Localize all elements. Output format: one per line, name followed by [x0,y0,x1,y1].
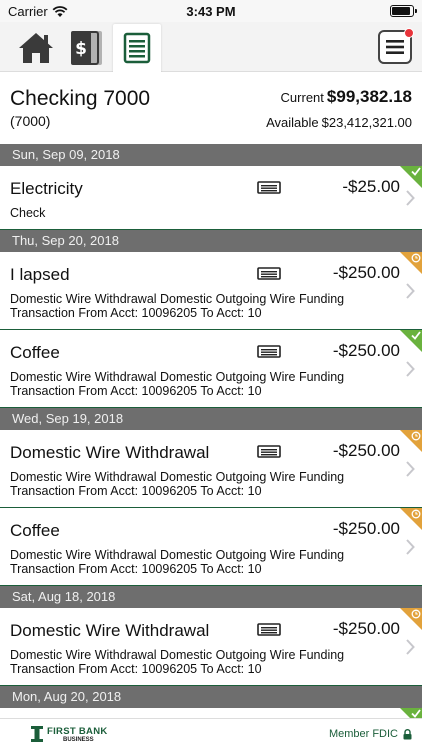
chevron-right-icon [406,189,415,206]
bank-logo: FIRST BANK BUSINESS [30,725,108,743]
current-balance-amount: $99,382.18 [326,87,412,106]
pending-badge [400,508,422,530]
chevron-right-icon [406,360,415,377]
pending-badge [400,252,422,274]
svg-text:$: $ [75,39,87,59]
transaction-title: Coffee [10,343,60,362]
transaction-row[interactable]: Coffee Domestic Wire Withdrawal Domestic… [0,508,422,586]
status-time: 3:43 PM [186,4,236,19]
transaction-title: I lapsed [10,265,70,284]
checks-icon: $ [71,31,102,65]
transaction-amount: -$250.00 [332,341,400,360]
clock-icon [411,509,421,519]
battery-level [392,7,410,15]
checkmark-icon [411,709,421,718]
transaction-description-line: Domestic Wire Withdrawal Domestic Outgoi… [10,470,345,484]
available-balance-label: Available [266,115,319,130]
cleared-badge [400,166,422,188]
notification-badge [404,28,414,38]
tab-home[interactable] [12,24,60,72]
home-icon [19,33,53,63]
transaction-list: Sun, Sep 09, 2018 Electricity Check -$25… [0,144,422,750]
transaction-description: Domestic Wire Withdrawal Domestic Outgoi… [10,548,390,576]
bank-logo-icon [31,726,43,742]
checkmark-icon [411,331,421,340]
date-header: Thu, Sep 20, 2018 [0,230,422,252]
pending-badge [400,430,422,452]
check-image-icon [257,345,281,358]
transaction-description-line: Domestic Wire Withdrawal Domestic Outgoi… [10,648,345,662]
transaction-description-line: Transaction From Acct: 10096205 To Acct:… [10,306,262,320]
transaction-amount: -$250.00 [332,519,400,538]
current-balance: Current $99,382.18 [281,87,412,107]
transaction-description-line: Domestic Wire Withdrawal Domestic Outgoi… [10,370,345,384]
chevron-right-icon [406,538,415,555]
pending-badge [400,608,422,630]
transaction-description: Domestic Wire Withdrawal Domestic Outgoi… [10,370,390,398]
date-header: Wed, Sep 19, 2018 [0,408,422,430]
status-bar: Carrier 3:43 PM [0,0,422,22]
clock-icon [411,431,421,441]
date-header: Sun, Sep 09, 2018 [0,144,422,166]
bank-name: FIRST BANK [47,725,108,737]
transaction-amount: -$250.00 [332,441,400,460]
clock-icon [411,609,421,619]
account-header: Checking 7000 (7000) Current $99,382.18 … [0,72,422,144]
transaction-description-line: Domestic Wire Withdrawal Domestic Outgoi… [10,548,345,562]
chevron-right-icon [406,638,415,655]
account-number: (7000) [10,113,51,129]
transaction-description: Check [10,206,390,220]
account-title: Checking 7000 [10,87,151,110]
transaction-description-line: Transaction From Acct: 10096205 To Acct:… [10,562,262,576]
tab-checks[interactable]: $ [62,24,110,72]
transaction-amount: -$250.00 [332,263,400,282]
fdic-label: Member FDIC [328,728,398,740]
transaction-description-line: Domestic Wire Withdrawal Domestic Outgoi… [10,292,345,306]
footer: FIRST BANK BUSINESS Member FDIC [0,718,422,750]
check-image-icon [257,267,281,280]
date-header: Mon, Aug 20, 2018 [0,686,422,708]
transaction-description-line: Transaction From Acct: 10096205 To Acct:… [10,384,262,398]
transaction-title: Coffee [10,521,60,540]
battery-icon [390,5,417,17]
date-header: Sat, Aug 18, 2018 [0,586,422,608]
top-toolbar: $ [0,22,422,72]
transaction-description: Domestic Wire Withdrawal Domestic Outgoi… [10,292,390,320]
checkmark-icon [411,167,421,176]
cleared-badge [400,330,422,352]
menu-button[interactable] [378,28,414,64]
transaction-amount: -$25.00 [342,177,400,196]
transaction-amount: -$250.00 [332,619,400,638]
check-image-icon [257,445,281,458]
transaction-description: Domestic Wire Withdrawal Domestic Outgoi… [10,470,390,498]
transaction-description-line: Check [10,206,46,220]
check-image-icon [257,623,281,636]
fdic-notice: Member FDIC [329,728,412,740]
transaction-title: Domestic Wire Withdrawal [10,443,210,462]
bank-subtitle: BUSINESS [63,736,94,743]
transaction-row[interactable]: I lapsed Domestic Wire Withdrawal Domest… [0,252,422,330]
lock-icon [403,728,412,739]
tab-transactions[interactable] [113,24,161,72]
transaction-row[interactable]: Electricity Check -$25.00 [0,166,422,230]
transaction-row[interactable]: Coffee Domestic Wire Withdrawal Domestic… [0,330,422,408]
chevron-right-icon [406,460,415,477]
available-balance: Available $23,412,321.00 [266,115,412,130]
transaction-title: Electricity [10,179,83,198]
current-balance-label: Current [280,90,324,105]
check-image-icon [257,181,281,194]
transactions-icon [123,32,151,64]
available-balance-amount: $23,412,321.00 [321,115,412,130]
transaction-row[interactable]: Domestic Wire Withdrawal Domestic Wire W… [0,608,422,686]
transaction-title: Domestic Wire Withdrawal [10,621,210,640]
transaction-row[interactable]: Domestic Wire Withdrawal Domestic Wire W… [0,430,422,508]
transaction-description-line: Transaction From Acct: 10096205 To Acct:… [10,484,262,498]
clock-icon [411,253,421,263]
hamburger-menu-icon [386,40,404,54]
transaction-description-line: Transaction From Acct: 10096205 To Acct:… [10,662,262,676]
transaction-description: Domestic Wire Withdrawal Domestic Outgoi… [10,648,390,676]
chevron-right-icon [406,282,415,299]
